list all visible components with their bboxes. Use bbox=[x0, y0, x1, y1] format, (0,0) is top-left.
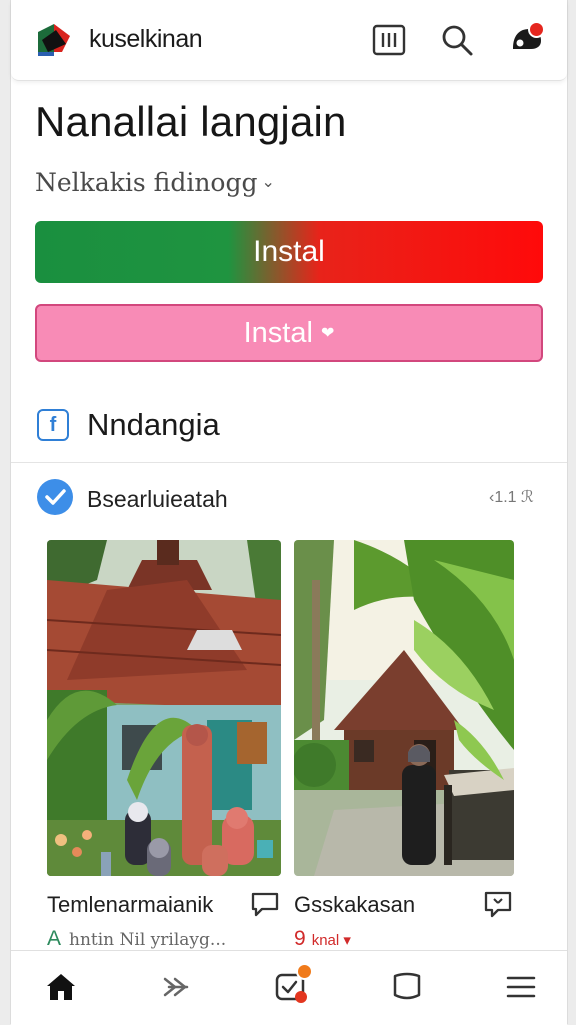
install-button[interactable]: Instal bbox=[35, 221, 543, 283]
subtitle-dropdown[interactable]: Nelkakis fidinogg ⌄ bbox=[35, 168, 275, 197]
card-caption: Temlenarmaianik bbox=[47, 892, 214, 917]
post-image-house[interactable] bbox=[47, 540, 281, 876]
grid-icon[interactable] bbox=[371, 22, 407, 58]
divider bbox=[11, 462, 567, 463]
card-subtext[interactable]: 9 knal ▾ bbox=[294, 927, 351, 951]
notification-icon[interactable] bbox=[509, 21, 545, 58]
post-meta: ‹1.1 ℛ bbox=[489, 489, 534, 506]
app-logo-icon bbox=[36, 22, 74, 58]
chevron-down-icon: ⌄ bbox=[261, 172, 275, 191]
search-icon[interactable] bbox=[439, 22, 475, 58]
notification-badge bbox=[528, 21, 545, 38]
post-image-hut[interactable] bbox=[294, 540, 514, 876]
bookmark-icon[interactable] bbox=[387, 967, 427, 1007]
install-secondary-label: Instal bbox=[243, 316, 313, 349]
app-name: kuselkinan bbox=[89, 25, 203, 53]
checklist-icon[interactable] bbox=[271, 963, 313, 1007]
card-sub-text: hntin Nil yrilayg... bbox=[69, 930, 227, 950]
subtitle-text: Nelkakis fidinogg bbox=[35, 168, 258, 197]
info-icon: f bbox=[37, 409, 69, 441]
section-header: f Nndangia bbox=[37, 405, 220, 445]
card-sub-text: knal ▾ bbox=[311, 932, 351, 949]
nav-badge bbox=[296, 963, 313, 980]
card-sub-letter: A bbox=[47, 927, 62, 950]
page-title: Nanallai langjain bbox=[35, 98, 347, 145]
card-subtext: Ahntin Nil yrilayg... bbox=[47, 927, 226, 951]
bottom-nav bbox=[11, 950, 567, 1025]
card-caption: Gsskakasan bbox=[294, 892, 416, 917]
post-author[interactable]: Bsearluieatah bbox=[87, 486, 228, 513]
forward-icon[interactable] bbox=[157, 967, 197, 1007]
install-secondary-button[interactable]: Instal ❤ bbox=[35, 304, 543, 362]
card-sub-number: 9 bbox=[294, 927, 306, 950]
heart-icon: ❤ bbox=[320, 325, 335, 342]
section-title: Nndangia bbox=[87, 407, 220, 442]
menu-icon[interactable] bbox=[501, 967, 541, 1007]
verified-icon bbox=[37, 479, 73, 515]
home-icon[interactable] bbox=[41, 967, 81, 1007]
top-bar: kuselkinan bbox=[11, 0, 567, 81]
reply-icon[interactable] bbox=[482, 888, 514, 920]
app-screen: kuselkinan Nanallai langjain Nelkakis fi… bbox=[10, 0, 568, 1025]
comment-icon[interactable] bbox=[249, 888, 281, 920]
